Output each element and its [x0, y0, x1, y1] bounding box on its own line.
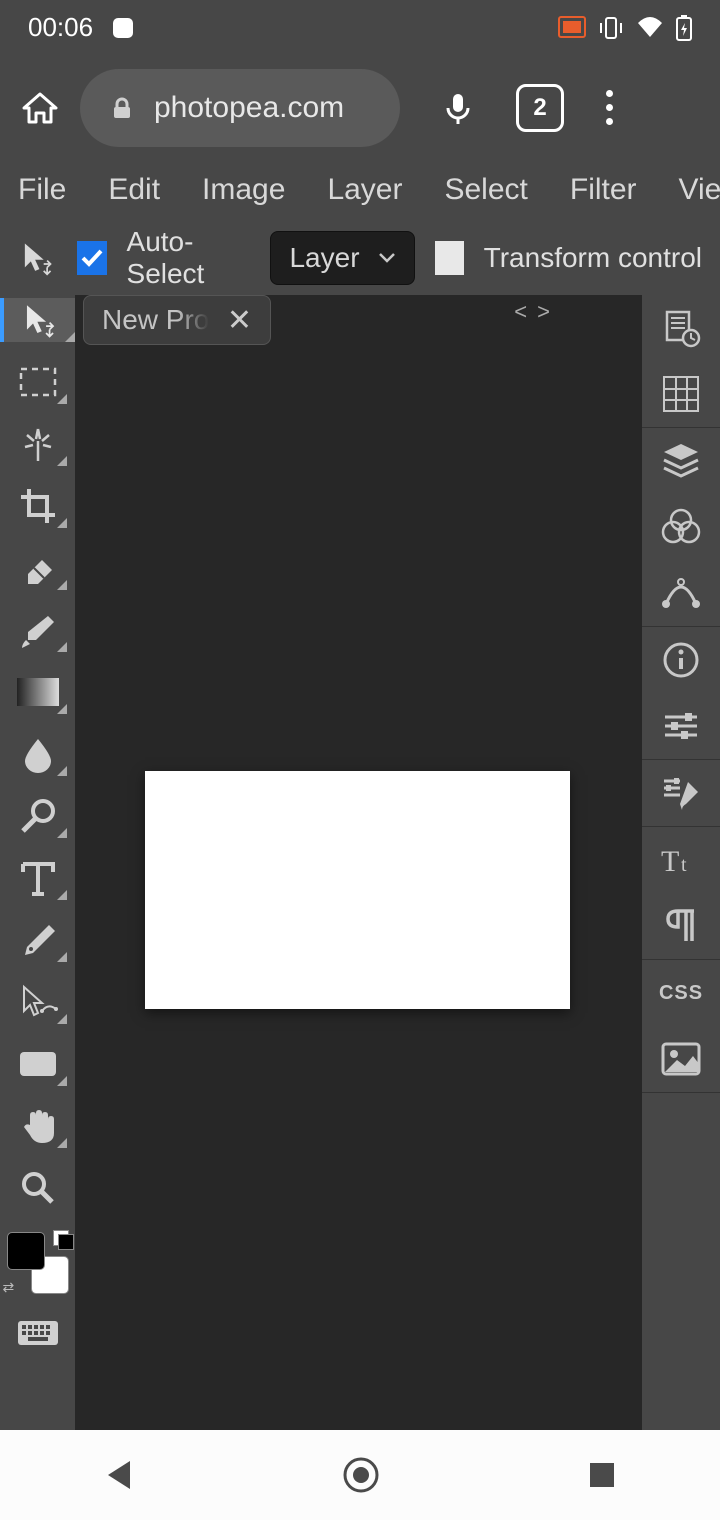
browser-bar: photopea.com 2	[0, 55, 720, 160]
canvas-area[interactable]: < > New Proj ✕	[75, 295, 642, 1430]
foreground-color-swatch[interactable]	[7, 1232, 45, 1270]
move-tool[interactable]	[0, 298, 75, 342]
paths-panel-icon[interactable]	[660, 572, 702, 614]
auto-select-checkbox[interactable]	[77, 241, 106, 275]
document-tab[interactable]: New Proj ✕	[83, 295, 271, 345]
mic-icon[interactable]	[440, 90, 476, 126]
lock-icon	[110, 96, 134, 120]
options-bar: Auto-Select Layer Transform control	[0, 220, 720, 295]
clock: 00:06	[28, 12, 93, 43]
wifi-icon	[636, 17, 664, 39]
transform-controls-checkbox[interactable]	[435, 241, 464, 275]
home-icon[interactable]	[20, 88, 60, 128]
layers-panel-icon[interactable]	[660, 440, 702, 482]
close-tab-icon[interactable]: ✕	[227, 303, 252, 338]
transform-controls-label: Transform control	[484, 242, 702, 274]
hand-tool[interactable]	[9, 1104, 67, 1148]
right-panels: Tt CSS	[642, 295, 720, 1430]
info-panel-icon[interactable]	[660, 639, 702, 681]
auto-select-label: Auto-Select	[127, 226, 251, 290]
image-assets-panel-icon[interactable]	[660, 1038, 702, 1080]
character-panel-icon[interactable]: Tt	[660, 839, 702, 881]
notification-dot-icon	[113, 18, 133, 38]
blur-tool[interactable]	[9, 732, 67, 776]
menu-view[interactable]: View	[679, 173, 720, 207]
marquee-tool[interactable]	[9, 360, 67, 404]
menu-file[interactable]: File	[18, 173, 66, 207]
recent-button[interactable]	[588, 1461, 616, 1489]
document-tab-label: New Proj	[102, 304, 209, 336]
swap-colors-icon[interactable]: ⇄	[3, 1279, 15, 1296]
dodge-tool[interactable]	[9, 794, 67, 838]
back-button[interactable]	[104, 1459, 134, 1491]
text-tool[interactable]	[9, 856, 67, 900]
toolbar: ⇄	[0, 295, 75, 1430]
svg-text:T: T	[661, 845, 679, 878]
history-panel-icon[interactable]	[660, 307, 702, 349]
swatches-panel-icon[interactable]	[660, 373, 702, 415]
url-bar[interactable]: photopea.com	[80, 69, 400, 147]
battery-icon	[676, 15, 692, 41]
menu-edit[interactable]: Edit	[108, 173, 160, 207]
layer-dropdown-label: Layer	[289, 242, 359, 274]
gradient-tool[interactable]	[9, 670, 67, 714]
shape-tool[interactable]	[9, 1042, 67, 1086]
wand-tool[interactable]	[9, 422, 67, 466]
layer-dropdown[interactable]: Layer	[270, 231, 414, 285]
chevron-down-icon	[378, 252, 396, 264]
zoom-tool[interactable]	[9, 1166, 67, 1210]
channels-panel-icon[interactable]	[660, 506, 702, 548]
menu-image[interactable]: Image	[202, 173, 285, 207]
system-nav-bar	[0, 1430, 720, 1520]
vibrate-icon	[598, 16, 624, 40]
css-panel-icon[interactable]: CSS	[660, 972, 702, 1014]
crop-tool[interactable]	[9, 484, 67, 528]
browser-menu-icon[interactable]	[606, 90, 613, 125]
code-toggle-icon[interactable]: < >	[514, 299, 552, 325]
color-swatches[interactable]: ⇄	[7, 1232, 69, 1294]
keyboard-icon[interactable]	[17, 1320, 59, 1346]
url-text: photopea.com	[154, 91, 344, 125]
menu-select[interactable]: Select	[444, 173, 527, 207]
adjustments-panel-icon[interactable]	[660, 705, 702, 747]
home-button[interactable]	[341, 1455, 381, 1495]
move-tool-icon	[18, 235, 57, 281]
pen-tool[interactable]	[9, 918, 67, 962]
canvas[interactable]	[145, 771, 570, 1009]
status-bar: 00:06	[0, 0, 720, 55]
app-menu-bar: File Edit Image Layer Select Filter View…	[0, 160, 720, 220]
menu-filter[interactable]: Filter	[570, 173, 637, 207]
path-select-tool[interactable]	[9, 980, 67, 1024]
tab-count-button[interactable]: 2	[516, 84, 564, 132]
paragraph-panel-icon[interactable]	[660, 905, 702, 947]
brush-tool[interactable]	[9, 608, 67, 652]
cast-icon	[558, 16, 586, 40]
svg-text:t: t	[681, 854, 687, 876]
eraser-tool[interactable]	[9, 546, 67, 590]
menu-layer[interactable]: Layer	[327, 173, 402, 207]
tool-presets-panel-icon[interactable]	[660, 772, 702, 814]
